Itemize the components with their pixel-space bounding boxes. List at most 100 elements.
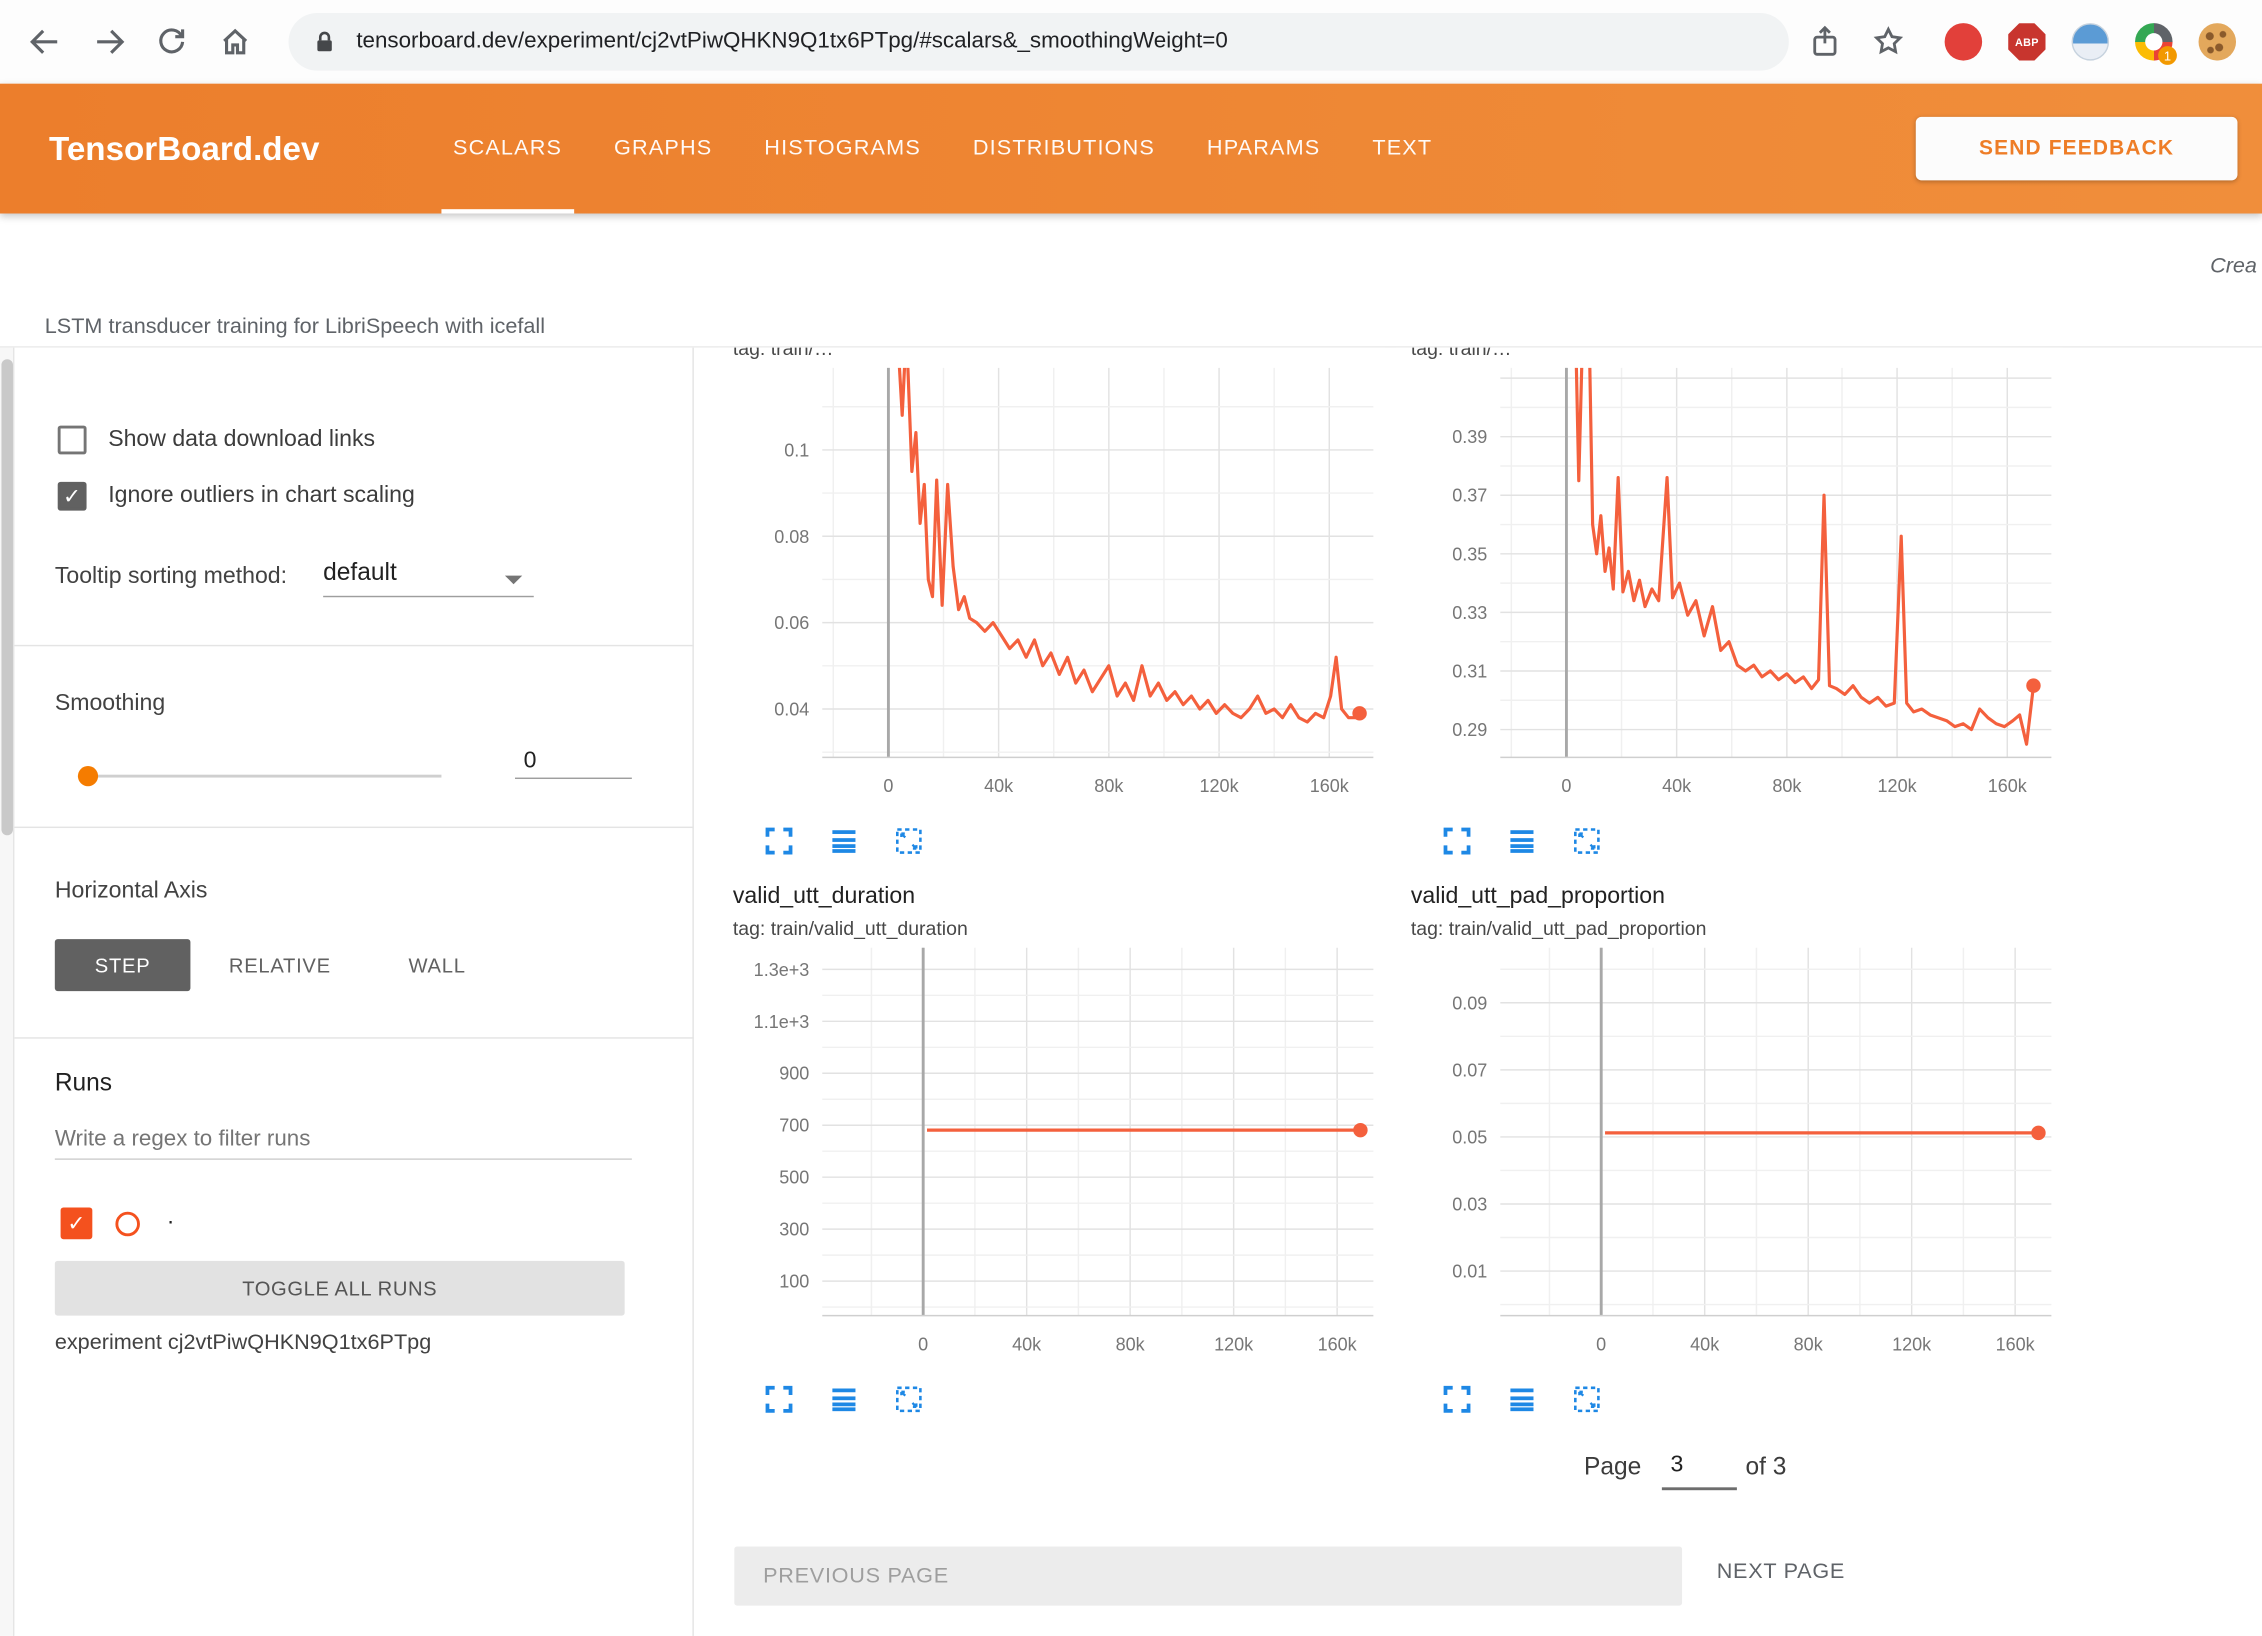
url-text: tensorboard.dev/experiment/cj2vtPiwQHKN9…	[356, 29, 1227, 55]
abp-extension-icon[interactable]: ABP	[2008, 23, 2046, 61]
svg-text:0: 0	[918, 1334, 928, 1354]
back-icon[interactable]	[26, 23, 64, 61]
tab-scalars[interactable]: SCALARS	[427, 84, 588, 214]
svg-text:80k: 80k	[1094, 776, 1124, 796]
svg-text:120k: 120k	[1214, 1334, 1254, 1354]
svg-text:80k: 80k	[1116, 1334, 1146, 1354]
chart-actions	[718, 824, 1384, 859]
log-scale-icon[interactable]	[827, 1382, 862, 1417]
chart-actions	[1396, 824, 2062, 859]
expand-chart-icon[interactable]	[1440, 1382, 1475, 1417]
adblock-extension-icon[interactable]	[1945, 23, 1983, 61]
chart-actions	[718, 1382, 1384, 1417]
svg-text:0: 0	[883, 776, 893, 796]
tab-distributions[interactable]: DISTRIBUTIONS	[947, 84, 1181, 214]
svg-text:0.03: 0.03	[1452, 1194, 1487, 1214]
fit-domain-icon[interactable]	[1570, 824, 1605, 859]
axis-relative-button[interactable]: RELATIVE	[211, 939, 349, 991]
show-download-links-checkbox[interactable]	[58, 426, 87, 455]
svg-text:700: 700	[779, 1116, 809, 1136]
svg-text:0.29: 0.29	[1452, 720, 1487, 740]
tooltip-sorting-dropdown[interactable]: default	[323, 558, 534, 597]
experiment-description: LSTM transducer training for LibriSpeech…	[45, 314, 545, 339]
fit-domain-icon[interactable]	[1570, 1382, 1605, 1417]
experiment-id-label: experiment cj2vtPiwQHKN9Q1tx6PTpg	[55, 1330, 431, 1355]
forward-icon[interactable]	[91, 23, 129, 61]
axis-wall-button[interactable]: WALL	[381, 939, 494, 991]
log-scale-icon[interactable]	[1505, 824, 1540, 859]
svg-text:40k: 40k	[1012, 1334, 1042, 1354]
tab-graphs[interactable]: GRAPHS	[588, 84, 738, 214]
svg-text:0.09: 0.09	[1452, 993, 1487, 1013]
scrollbar-thumb[interactable]	[1, 359, 13, 835]
bookmark-star-icon[interactable]	[1870, 23, 1908, 61]
share-icon[interactable]	[1806, 23, 1844, 61]
svg-text:100: 100	[779, 1272, 809, 1292]
lock-icon	[310, 27, 339, 56]
refresh-icon[interactable]	[153, 23, 191, 61]
expand-chart-icon[interactable]	[1440, 824, 1475, 859]
svg-text:1.3e+3: 1.3e+3	[754, 960, 810, 980]
svg-text:160k: 160k	[1318, 1334, 1358, 1354]
run-name-label: .	[167, 1205, 173, 1231]
svg-text:0.05: 0.05	[1452, 1127, 1487, 1147]
profile-extension-icon[interactable]: 1	[2135, 23, 2173, 61]
tab-hparams[interactable]: HPARAMS	[1181, 84, 1346, 214]
svg-text:160k: 160k	[1310, 776, 1350, 796]
tab-text[interactable]: TEXT	[1346, 84, 1458, 214]
svg-text:0.33: 0.33	[1452, 603, 1487, 623]
smoothing-label: Smoothing	[55, 691, 165, 717]
svg-text:0.39: 0.39	[1452, 427, 1487, 447]
chart-card: valid_utt_pad_proportion tag: train/vali…	[1396, 881, 2062, 1416]
chart-card: tag: train/… 040k80k120k160k0.390.370.35…	[1396, 348, 2062, 859]
expand-chart-icon[interactable]	[762, 824, 797, 859]
runs-filter-input[interactable]	[55, 1121, 632, 1160]
send-feedback-button[interactable]: SEND FEEDBACK	[1916, 117, 2238, 180]
svg-text:0.31: 0.31	[1452, 661, 1487, 681]
chart-plot[interactable]: 040k80k120k160k1.3e+31.1e+39007005003001…	[718, 945, 1384, 1365]
next-page-button[interactable]: NEXT PAGE	[1717, 1559, 1845, 1584]
svg-text:120k: 120k	[1892, 1334, 1932, 1354]
log-scale-icon[interactable]	[1505, 1382, 1540, 1417]
smoothing-value-input[interactable]	[515, 746, 632, 779]
previous-page-button[interactable]: PREVIOUS PAGE	[734, 1546, 1682, 1605]
expand-chart-icon[interactable]	[762, 1382, 797, 1417]
toggle-all-runs-button[interactable]: TOGGLE ALL RUNS	[55, 1261, 625, 1316]
charts-panel: tag: train/… 040k80k120k160k0.10.080.060…	[694, 348, 2262, 1636]
svg-text:160k: 160k	[1988, 776, 2028, 796]
chart-plot[interactable]: 040k80k120k160k0.10.080.060.04	[718, 365, 1384, 806]
svg-text:80k: 80k	[1794, 1334, 1824, 1354]
ignore-outliers-label: Ignore outliers in chart scaling	[108, 482, 415, 511]
fit-domain-icon[interactable]	[892, 824, 927, 859]
ignore-outliers-checkbox[interactable]: ✓	[58, 482, 87, 511]
svg-text:120k: 120k	[1200, 776, 1240, 796]
cookie-extension-icon[interactable]	[2199, 23, 2237, 61]
created-text-clipped: Crea	[2210, 254, 2257, 279]
svg-text:40k: 40k	[984, 776, 1014, 796]
svg-text:80k: 80k	[1772, 776, 1802, 796]
axis-step-button[interactable]: STEP	[55, 939, 191, 991]
svg-text:0.37: 0.37	[1452, 486, 1487, 506]
log-scale-icon[interactable]	[827, 824, 862, 859]
svg-text:0.07: 0.07	[1452, 1060, 1487, 1080]
address-bar[interactable]: tensorboard.dev/experiment/cj2vtPiwQHKN9…	[289, 13, 1789, 71]
app-header: TensorBoard.dev SCALARS GRAPHS HISTOGRAM…	[0, 84, 2262, 214]
tab-histograms[interactable]: HISTOGRAMS	[738, 84, 947, 214]
fit-domain-icon[interactable]	[892, 1382, 927, 1417]
blue-extension-icon[interactable]	[2072, 23, 2110, 61]
experiment-subheader: LSTM transducer training for LibriSpeech…	[0, 214, 2262, 347]
svg-text:120k: 120k	[1878, 776, 1918, 796]
smoothing-slider-track[interactable]	[78, 775, 442, 778]
smoothing-slider-thumb[interactable]	[78, 766, 98, 786]
sidebar-scrollbar[interactable]	[0, 348, 14, 1636]
svg-text:0.08: 0.08	[774, 527, 809, 547]
svg-text:0.06: 0.06	[774, 613, 809, 633]
chart-plot[interactable]: 040k80k120k160k0.090.070.050.030.01	[1396, 945, 2062, 1365]
run-checkbox[interactable]: ✓	[61, 1207, 93, 1239]
page-number-input[interactable]	[1662, 1450, 1737, 1490]
svg-text:40k: 40k	[1690, 1334, 1720, 1354]
home-icon[interactable]	[216, 23, 254, 61]
svg-text:0.01: 0.01	[1452, 1262, 1487, 1282]
divider	[14, 827, 693, 828]
chart-plot[interactable]: 040k80k120k160k0.390.370.350.330.310.29	[1396, 365, 2062, 806]
